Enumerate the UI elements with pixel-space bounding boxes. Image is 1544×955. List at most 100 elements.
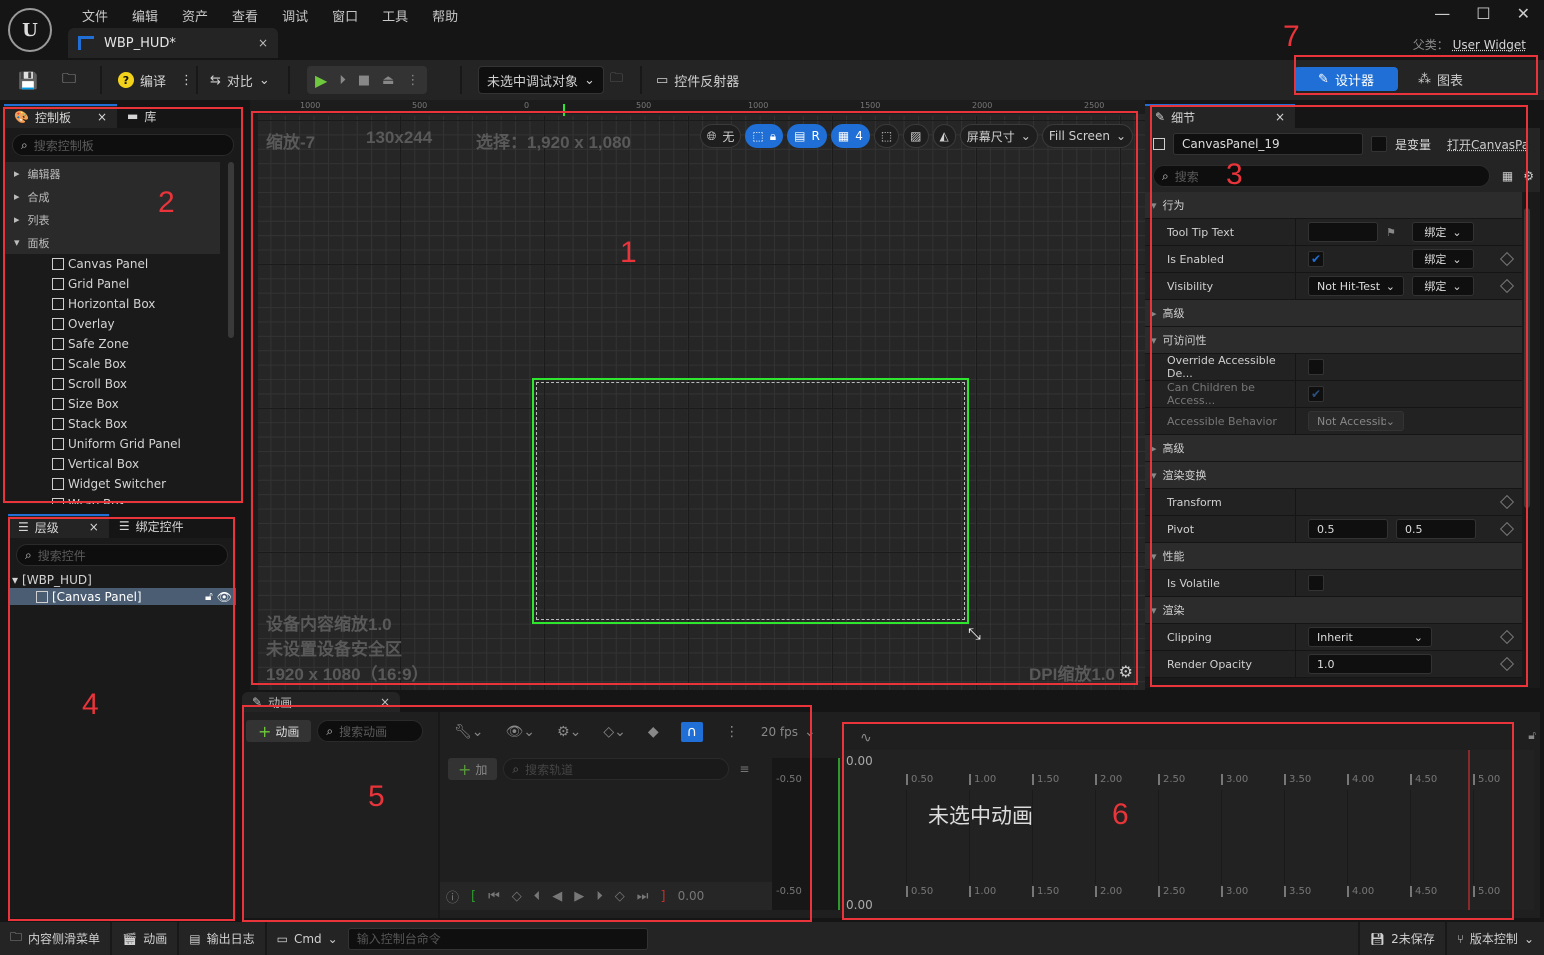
close-tab-icon[interactable]: × [97,110,107,124]
outline-lock-toggle[interactable]: ⬚ 🔒︎ [745,124,784,148]
stop-icon[interactable]: ■ [358,73,370,88]
step-back-icon[interactable]: ⏴ [534,889,541,904]
close-tab-icon[interactable]: × [258,36,268,50]
play-reverse-icon[interactable]: ◀ [552,889,562,904]
palette-item[interactable]: Wrap Box [4,494,242,504]
palette-item[interactable]: Uniform Grid Panel [4,434,242,454]
world-toggle[interactable]: 🌐︎ 无 [699,124,742,148]
play-forward-icon[interactable]: ▶ [574,889,584,904]
bind-dropdown[interactable]: 绑定 ⌄ [1412,276,1474,296]
prev-key-icon[interactable]: ◇ [512,889,522,904]
category-editor[interactable]: ▸ 编辑器 [4,162,220,185]
bind-dropdown[interactable]: 绑定 ⌄ [1412,249,1474,269]
open-canvas-panel-link[interactable]: 打开CanvasPa [1447,136,1529,153]
keyframe-diamond-icon[interactable] [1499,656,1515,672]
save-button[interactable]: 💾 [18,66,38,94]
details-scrollbar[interactable] [1524,208,1530,508]
keyframe-diamond-icon[interactable] [1499,278,1515,294]
category-panel[interactable]: ▾ 面板 [4,231,220,254]
console-command-input[interactable]: 输入控制台命令 [347,927,648,950]
snap-options-icon[interactable]: ⋮ [725,724,739,740]
current-time[interactable]: 0.00 [678,889,705,903]
key-auto-icon[interactable]: ◆ [648,724,659,740]
content-drawer-button[interactable]: 🗀 内容侧滑菜单 [0,922,113,955]
keyframe-diamond-icon[interactable] [1499,629,1515,645]
compile-button[interactable]: ? 编译 ⋮ [118,66,193,94]
palette-item[interactable]: Vertical Box [4,454,242,474]
tab-details[interactable]: ✎ 细节 × [1145,104,1295,128]
grid-snap-toggle[interactable]: ▦ 4 [830,124,870,148]
palette-item[interactable]: Grid Panel [4,274,242,294]
animation-search-input[interactable]: ⌕ 搜索动画 [317,720,424,742]
info-icon[interactable]: ⓘ [446,887,459,906]
tab-library[interactable]: ▬ 库 [117,104,166,128]
menu-edit[interactable]: 编辑 [120,6,170,25]
category-composite[interactable]: ▸ 合成 [4,185,220,208]
graph-mode-button[interactable]: ⁂ 图表 [1418,70,1463,89]
keyframe-diamond-icon[interactable] [1499,494,1515,510]
property-section[interactable]: ▾ 行为 [1145,192,1522,219]
close-tab-icon[interactable]: × [89,520,99,534]
compile-options-icon[interactable]: ⋮ [180,73,193,88]
property-checkbox[interactable]: ✔ [1308,251,1324,267]
source-control-button[interactable]: ⑂ 版本控制 ⌄ [1447,922,1544,955]
property-dropdown[interactable]: Not Hit-Test ⌄ [1308,276,1404,296]
close-tab-icon[interactable]: × [380,695,390,709]
fill-mode-select[interactable]: Fill Screen ⌄ [1041,124,1133,148]
category-list[interactable]: ▸ 列表 [4,208,220,231]
screen-size-select[interactable]: 屏幕尺寸 ⌄ [959,124,1038,148]
palette-item[interactable]: Overlay [4,314,242,334]
pivot-x-input[interactable]: 0.5 [1308,519,1388,539]
close-tab-icon[interactable]: × [1275,110,1285,124]
property-dropdown[interactable]: Inherit ⌄ [1308,627,1432,647]
property-text-input[interactable]: 1.0 [1308,654,1432,674]
lock-icon[interactable]: 🔓︎ [205,589,213,604]
widget-name-input[interactable]: CanvasPanel_19 [1173,133,1363,155]
menu-help[interactable]: 帮助 [420,6,470,25]
keyframe-diamond-icon[interactable] [1499,251,1515,267]
tab-palette[interactable]: 🎨 控制板 × [4,104,118,128]
tree-item-canvas-panel[interactable]: [Canvas Panel] 🔓︎ 👁︎ [8,588,236,605]
parent-class-link[interactable]: User Widget [1453,38,1526,52]
menu-debug[interactable]: 调试 [270,6,320,25]
minimize-icon[interactable]: — [1434,4,1450,23]
property-matrix-icon[interactable]: ▦ [1502,169,1513,183]
property-section[interactable]: ▸ 高级 [1145,300,1522,327]
pivot-y-input[interactable]: 0.5 [1396,519,1476,539]
palette-item[interactable]: Widget Switcher [4,474,242,494]
cmd-select[interactable]: ▭ Cmd ⌄ [267,922,348,955]
play-range-start-icon[interactable]: [ [471,889,476,904]
debug-browse-button[interactable]: 🗀 [610,66,623,94]
timeline-area[interactable]: 0.00 0.00 未选中动画 0.50 0.50 1.00 1.00 1.50 1.50… [844,750,1534,912]
wrench-icon[interactable]: 🔧︎⌄ [454,724,484,740]
property-text-input[interactable] [1308,222,1378,242]
property-section[interactable]: ▸ 高级 [1145,435,1522,462]
property-section[interactable]: ▾ 渲染变换 [1145,462,1522,489]
browse-button[interactable]: 🗀 [62,66,76,94]
flip-button[interactable]: ◭ [932,124,956,148]
keyframe-diamond-icon[interactable] [1499,521,1515,537]
resize-handle-icon[interactable]: ⤡ [968,624,981,644]
dpi-settings-gear-icon[interactable]: ⚙ [1119,662,1133,681]
key-diamond-icon[interactable]: ◇⌄ [603,724,626,740]
settings-gear-icon[interactable]: ⚙ [1523,169,1534,183]
tab-hierarchy[interactable]: ☰ 层级 × [8,514,109,538]
add-animation-button[interactable]: + 动画 [246,720,312,742]
eye-icon[interactable]: 👁︎⌄ [506,724,536,740]
property-section[interactable]: ▾ 渲染 [1145,597,1522,624]
canvas-selection[interactable] [532,378,969,624]
palette-item[interactable]: Scale Box [4,354,242,374]
palette-item[interactable]: Horizontal Box [4,294,242,314]
diff-button[interactable]: ⇆ 对比 ⌄ [210,66,270,94]
property-section[interactable]: ▾ 性能 [1145,543,1522,570]
add-track-button[interactable]: + 加 [448,758,498,780]
track-search-input[interactable]: ⌕ 搜索轨道 [503,758,730,780]
play-range-end-icon[interactable]: ] [661,889,666,904]
eye-icon[interactable]: 👁︎ [217,590,232,604]
palette-item[interactable]: Safe Zone [4,334,242,354]
close-icon[interactable]: ✕ [1517,4,1530,23]
palette-scrollbar[interactable] [228,162,234,338]
respect-locks-toggle[interactable]: ▤ R [787,124,827,148]
animation-drawer-button[interactable]: 🎬︎ 动画 [112,922,180,955]
property-section[interactable]: ▾ 可访问性 [1145,327,1522,354]
